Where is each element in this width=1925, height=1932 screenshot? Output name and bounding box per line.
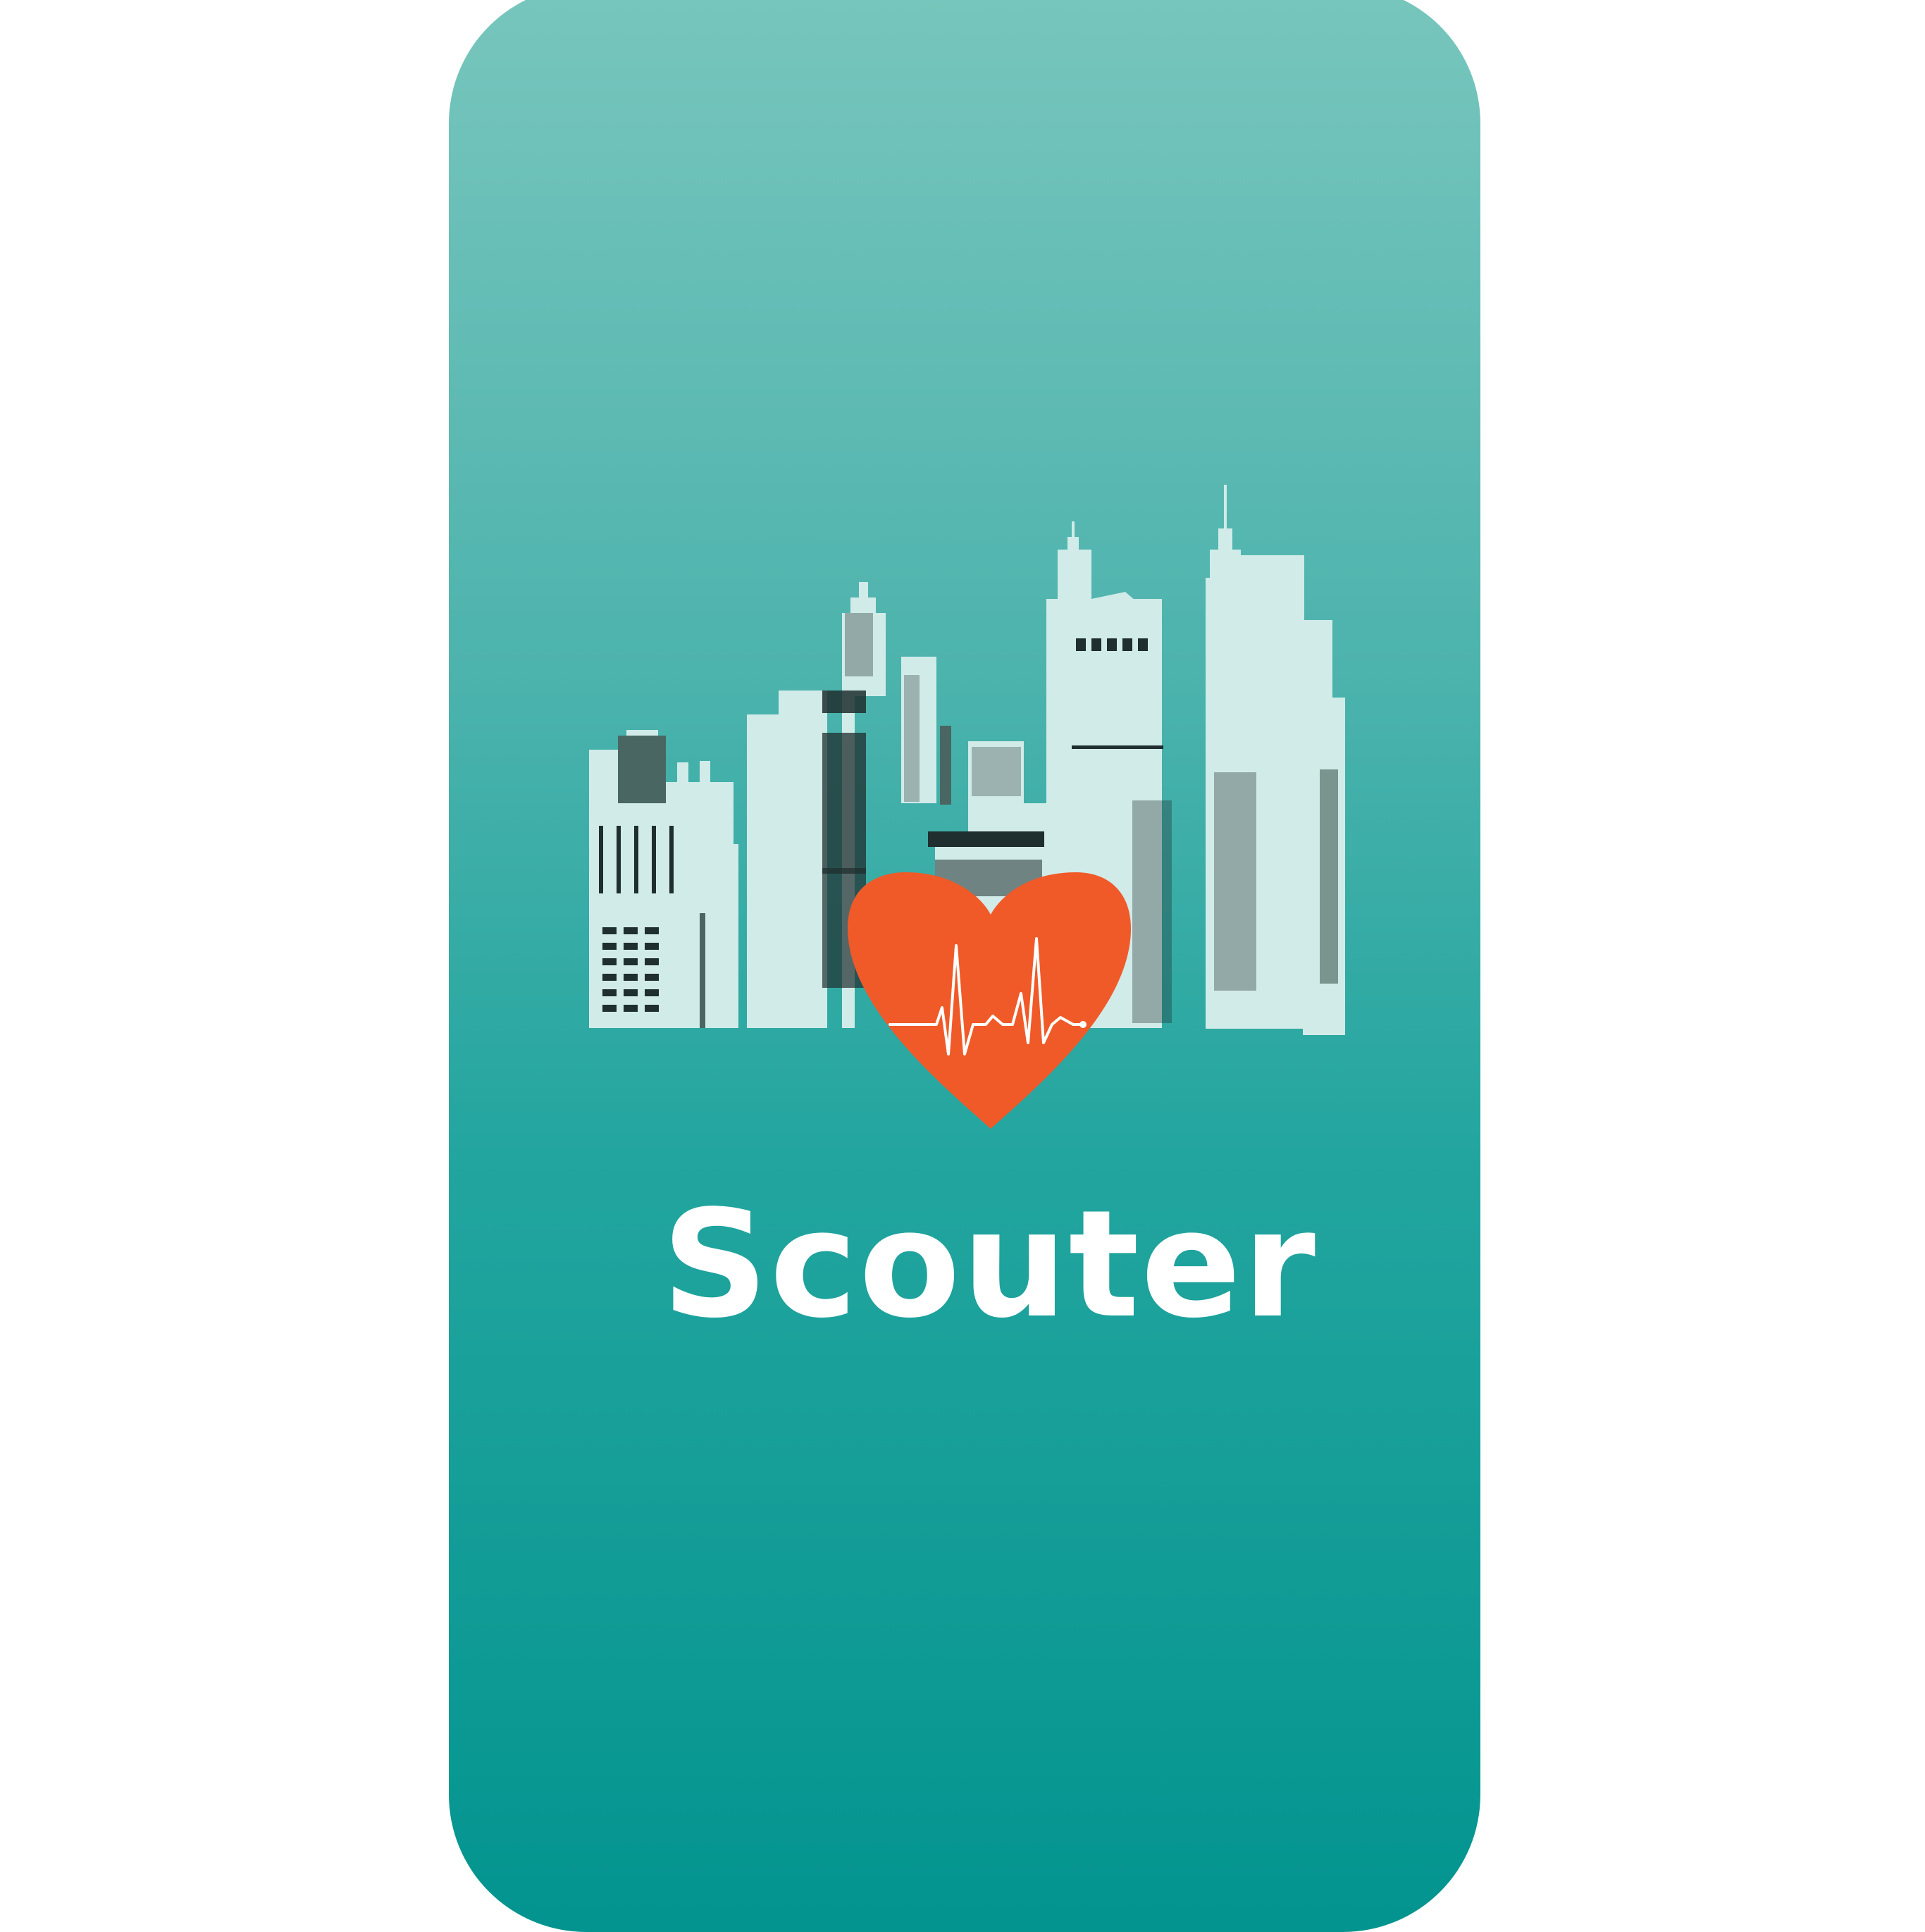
city-skyline-heart-icon bbox=[589, 485, 1345, 1129]
splash-screen: Scouter bbox=[449, 0, 1480, 1932]
app-name-title: Scouter bbox=[662, 1178, 1317, 1351]
